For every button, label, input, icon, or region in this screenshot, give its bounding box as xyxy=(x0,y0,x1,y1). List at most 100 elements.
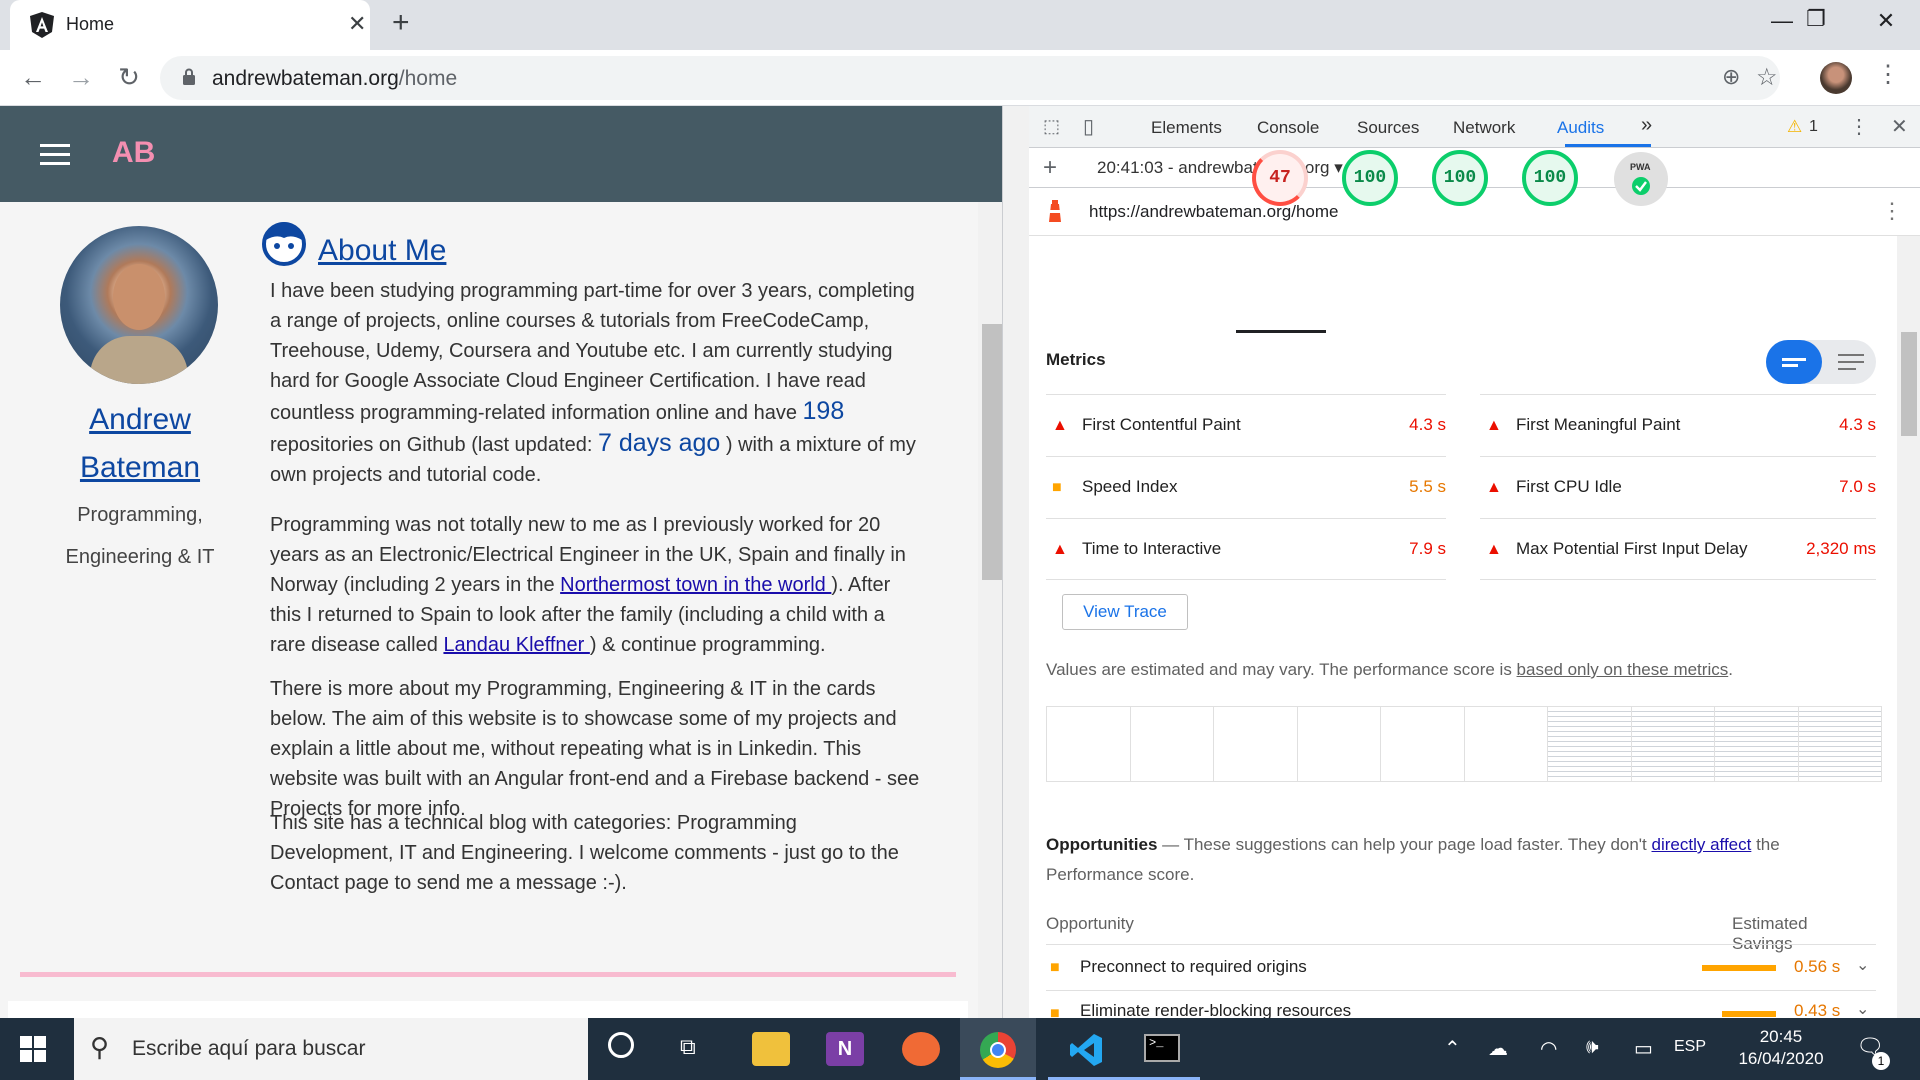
profile-photo xyxy=(60,226,218,384)
browser-toolbar: ← → ↻ andrewbateman.org/home ⊕ ☆ ⋮ xyxy=(0,50,1920,106)
profile-role: Programming, Engineering & IT xyxy=(40,494,240,578)
opportunity-label: Eliminate render-blocking resources xyxy=(1080,1001,1352,1018)
chrome-taskbar-slot[interactable] xyxy=(960,1018,1036,1080)
filmstrip-frame xyxy=(1381,707,1465,781)
onenote-icon[interactable]: N xyxy=(826,1032,864,1066)
chevron-down-icon[interactable]: ⌄ xyxy=(1856,999,1869,1018)
about-me-heading[interactable]: About Me xyxy=(318,234,446,268)
taskbar-search[interactable]: ⚲ Escribe aquí para buscar xyxy=(74,1018,588,1080)
metric-label: Max Potential First Input Delay xyxy=(1516,539,1748,558)
tab-close-icon[interactable]: ✕ xyxy=(348,11,366,37)
forward-icon[interactable]: → xyxy=(66,62,96,92)
landau-kleffner-link[interactable]: Landau Kleffner xyxy=(443,634,589,656)
battery-icon[interactable]: ▭ xyxy=(1634,1036,1653,1061)
para1-text-b: repositories on Github (last updated: xyxy=(270,434,598,456)
filmstrip-frame xyxy=(1798,707,1881,781)
device-toolbar-icon[interactable]: ▯ xyxy=(1083,114,1094,139)
devtools-left-scrollbar[interactable] xyxy=(1003,106,1029,1018)
cortana-icon[interactable] xyxy=(608,1032,634,1058)
install-app-icon[interactable]: ⊕ xyxy=(1722,64,1740,90)
new-audit-icon[interactable]: + xyxy=(1043,154,1057,182)
metric-label: First CPU Idle xyxy=(1516,477,1622,496)
volume-icon[interactable]: 🕪 xyxy=(1586,1036,1599,1059)
hamburger-menu-icon[interactable] xyxy=(40,144,70,166)
opportunity-label: Preconnect to required origins xyxy=(1080,957,1307,976)
directly-affect-link[interactable]: directly affect xyxy=(1652,835,1752,854)
vscode-icon xyxy=(1070,1034,1102,1066)
performance-score-gauge[interactable]: 47 xyxy=(1252,150,1308,206)
metrics-disclaimer: Values are estimated and may vary. The p… xyxy=(1046,660,1733,680)
pwa-label: PWA xyxy=(1630,162,1651,172)
wifi-icon[interactable]: ◠ xyxy=(1540,1036,1557,1061)
devtools-menu-icon[interactable]: ⋮ xyxy=(1849,114,1869,139)
page-scrollbar[interactable] xyxy=(978,202,1002,1018)
show-hidden-icons-icon[interactable]: ⌃ xyxy=(1444,1036,1461,1061)
filmstrip-frame xyxy=(1548,707,1632,781)
lock-icon xyxy=(183,68,195,85)
devtools-close-icon[interactable]: ✕ xyxy=(1891,114,1908,139)
warning-icon[interactable]: ⚠ xyxy=(1787,117,1802,137)
tab-sources[interactable]: Sources xyxy=(1357,118,1419,138)
tab-title: Home xyxy=(66,14,115,34)
web-page: AB Andrew Bateman Programming, Engineeri… xyxy=(0,106,1002,1018)
tab-network[interactable]: Network xyxy=(1453,118,1515,138)
opportunity-row[interactable]: ■ Eliminate render-blocking resources 0.43… xyxy=(1046,990,1876,1018)
file-explorer-icon[interactable] xyxy=(752,1032,790,1066)
compact-view-icon[interactable] xyxy=(1782,354,1806,370)
savings-value: 0.43 s xyxy=(1794,1001,1841,1018)
restore-window-icon[interactable]: ❐ xyxy=(1796,6,1836,32)
filmstrip-frame xyxy=(1465,707,1548,781)
terminal-taskbar-slot[interactable]: >_ xyxy=(1124,1018,1200,1080)
chevron-down-icon[interactable]: ⌄ xyxy=(1856,955,1869,975)
back-icon[interactable]: ← xyxy=(18,62,48,92)
onedrive-icon[interactable]: ☁ xyxy=(1488,1036,1508,1061)
metric-row: ▲ Max Potential First Input Delay 2,320 ms xyxy=(1480,518,1876,580)
task-view-icon[interactable]: ⧉ xyxy=(680,1034,696,1060)
tab-audits[interactable]: Audits xyxy=(1557,118,1604,138)
bookmark-star-icon[interactable]: ☆ xyxy=(1756,63,1778,92)
windows-start-icon[interactable] xyxy=(20,1036,46,1062)
profile-avatar-icon[interactable] xyxy=(1820,62,1852,94)
url-path: /home xyxy=(398,67,458,90)
site-brand[interactable]: AB xyxy=(112,136,155,170)
tab-console[interactable]: Console xyxy=(1257,118,1319,138)
taskbar-clock[interactable]: 20:45 16/04/2020 xyxy=(1736,1026,1826,1070)
devtools-tabs-bar: ⬚ ▯ Elements Console Sources Network Aud… xyxy=(1029,106,1920,148)
opportunities-header: Opportunities — These suggestions can he… xyxy=(1046,830,1866,890)
metrics-info-link[interactable]: based only on these metrics xyxy=(1517,660,1729,679)
seo-score-gauge[interactable]: 100 xyxy=(1522,150,1578,206)
para2-text-c: ) & continue programming. xyxy=(589,634,826,656)
accessibility-score-gauge[interactable]: 100 xyxy=(1342,150,1398,206)
reload-icon[interactable]: ↻ xyxy=(114,62,144,92)
opportunity-row[interactable]: ■ Preconnect to required origins 0.56 s ⌄ xyxy=(1046,944,1876,990)
address-bar[interactable]: andrewbateman.org/home ⊕ ☆ xyxy=(160,56,1780,100)
pwa-badge[interactable]: PWA xyxy=(1614,152,1668,206)
postman-icon[interactable] xyxy=(902,1032,940,1066)
metrics-view-toggle[interactable] xyxy=(1766,340,1876,384)
profile-name-link[interactable]: Andrew Bateman xyxy=(40,396,240,492)
about-paragraph-2: Programming was not totally new to me as… xyxy=(270,510,920,660)
card-top-edge xyxy=(8,1001,968,1018)
more-tabs-icon[interactable]: » xyxy=(1641,114,1652,137)
audited-url: https://andrewbateman.org/home xyxy=(1089,202,1339,221)
metric-row: ■ Speed Index 5.5 s xyxy=(1046,456,1446,518)
average-square-icon: ■ xyxy=(1050,1005,1060,1018)
new-tab-button[interactable]: + xyxy=(392,8,410,38)
browser-menu-icon[interactable]: ⋮ xyxy=(1876,60,1900,89)
devtools-report-scrollbar[interactable] xyxy=(1897,236,1920,1018)
expanded-view-icon[interactable] xyxy=(1838,352,1864,372)
tab-elements[interactable]: Elements xyxy=(1151,118,1222,138)
close-window-icon[interactable]: ✕ xyxy=(1866,8,1906,34)
best-practices-score-gauge[interactable]: 100 xyxy=(1432,150,1488,206)
browser-tab[interactable]: Home ✕ xyxy=(10,0,370,50)
filmstrip-frame xyxy=(1298,707,1381,781)
view-trace-button[interactable]: View Trace xyxy=(1062,594,1188,630)
search-icon: ⚲ xyxy=(90,1032,110,1062)
report-menu-icon[interactable]: ⋮ xyxy=(1881,198,1903,224)
inspect-element-icon[interactable]: ⬚ xyxy=(1043,116,1060,137)
vscode-taskbar-slot[interactable] xyxy=(1048,1018,1124,1080)
metric-label: Time to Interactive xyxy=(1082,539,1222,558)
chrome-icon xyxy=(980,1032,1016,1068)
northermost-town-link[interactable]: Northermost town in the world xyxy=(560,574,831,596)
input-language[interactable]: ESP xyxy=(1674,1038,1706,1056)
